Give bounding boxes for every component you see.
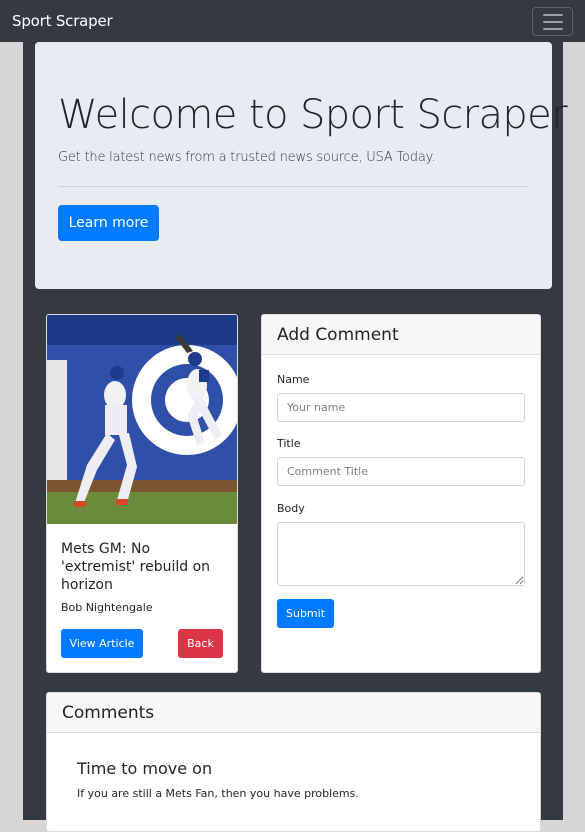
view-article-button[interactable]: View Article: [61, 629, 143, 658]
page-title: Welcome to Sport Scraper: [58, 92, 568, 138]
title-input[interactable]: [277, 457, 525, 486]
comments-card: Comments Time to move on If you are stil…: [46, 692, 541, 832]
hamburger-menu-icon[interactable]: [532, 7, 573, 36]
comment-title: Time to move on: [77, 759, 213, 778]
jumbotron-lead: Get the latest news from a trusted news …: [58, 150, 436, 165]
learn-more-button[interactable]: Learn more: [58, 205, 159, 241]
title-label: Title: [277, 437, 301, 450]
comment-body: If you are still a Mets Fan, then you ha…: [77, 787, 359, 800]
submit-button[interactable]: Submit: [277, 599, 334, 628]
name-input[interactable]: [277, 393, 525, 422]
main-container: Welcome to Sport Scraper Get the latest …: [23, 42, 568, 832]
divider: [58, 186, 528, 187]
navbar: Sport Scraper: [0, 0, 585, 42]
article-author: Bob Nightengale: [61, 601, 153, 614]
name-label: Name: [277, 373, 310, 386]
navbar-brand[interactable]: Sport Scraper: [12, 12, 113, 30]
article-title: Mets GM: No 'extremist' rebuild on horiz…: [61, 541, 211, 593]
jumbotron: Welcome to Sport Scraper Get the latest …: [35, 42, 568, 289]
add-comment-header: Add Comment: [262, 315, 540, 355]
body-label: Body: [277, 502, 305, 515]
back-button[interactable]: Back: [178, 629, 223, 658]
article-image: [47, 315, 237, 524]
body-textarea[interactable]: [277, 522, 525, 586]
comments-header: Comments: [47, 693, 540, 733]
article-card: Mets GM: No 'extremist' rebuild on horiz…: [46, 314, 238, 673]
add-comment-card: Add Comment Name Title Body Submit: [261, 314, 541, 673]
